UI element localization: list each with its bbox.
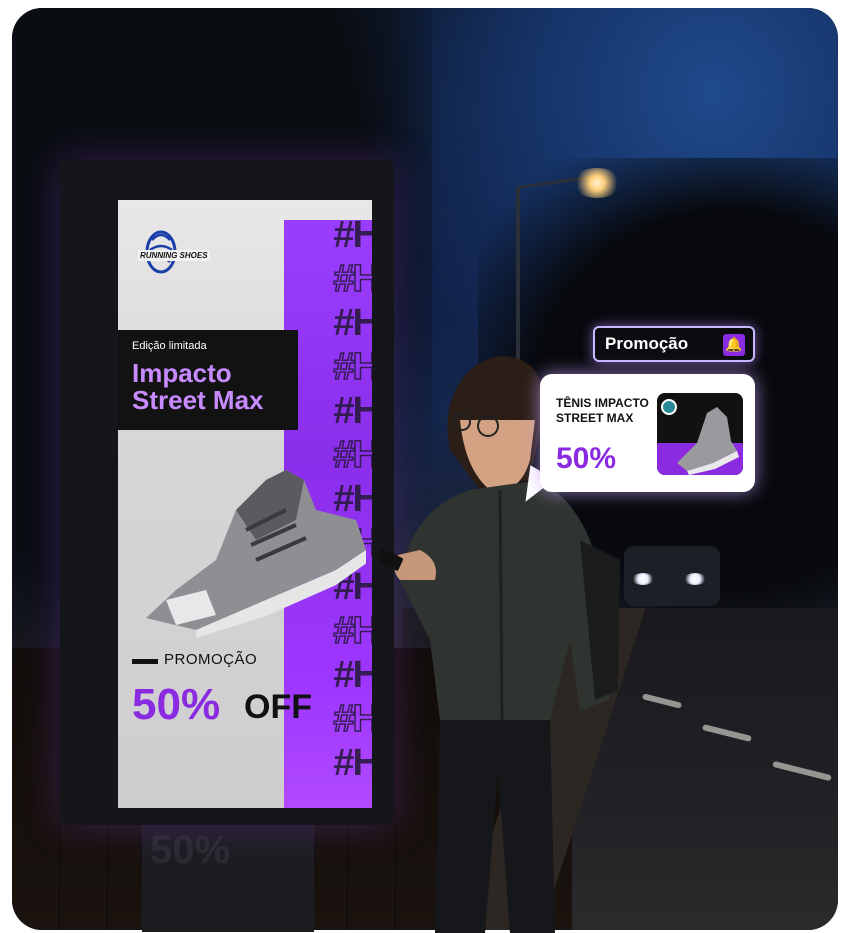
notification-label: Promoção bbox=[605, 334, 689, 353]
title-eyebrow: Edição limitada bbox=[132, 340, 207, 352]
billboard-post-text: 50% bbox=[150, 828, 231, 872]
brand-name: RUNNING SHOES bbox=[138, 250, 210, 261]
product-title: Impacto Street Max bbox=[132, 358, 264, 415]
promo-label: PROMOÇÃO bbox=[164, 651, 258, 668]
promo-percent: 50% bbox=[132, 680, 221, 729]
hashtag-text: #H bbox=[333, 654, 372, 696]
hashtag-text: #H bbox=[333, 257, 372, 301]
hashtag-text: #H bbox=[333, 345, 372, 389]
car-headlight bbox=[684, 573, 706, 585]
hashtag-text: #H bbox=[333, 390, 372, 432]
hashtag-text: #H bbox=[333, 697, 372, 741]
hashtag-text: #H bbox=[333, 214, 372, 256]
promo-notification-pill[interactable]: Promoção 🔔 bbox=[593, 326, 755, 362]
bell-icon[interactable]: 🔔 bbox=[723, 334, 745, 356]
card-percent: 50% bbox=[556, 442, 617, 475]
promo-dash bbox=[132, 659, 158, 664]
hashtag-text: #H bbox=[333, 742, 372, 784]
card-thumbnail bbox=[657, 393, 743, 475]
sneaker-image bbox=[146, 470, 366, 638]
street-lamp-light bbox=[572, 168, 622, 198]
hashtag-text: #H bbox=[333, 302, 372, 344]
card-title: TÊNIS IMPACTO STREET MAX bbox=[556, 396, 649, 425]
car-headlight bbox=[632, 573, 654, 585]
billboard-screen: #H #H #H #H #H #H #H #H #H #H #H #H #H R… bbox=[118, 200, 372, 808]
sneaker-thumbnail-icon bbox=[657, 393, 743, 475]
promo-off: OFF bbox=[244, 688, 312, 726]
